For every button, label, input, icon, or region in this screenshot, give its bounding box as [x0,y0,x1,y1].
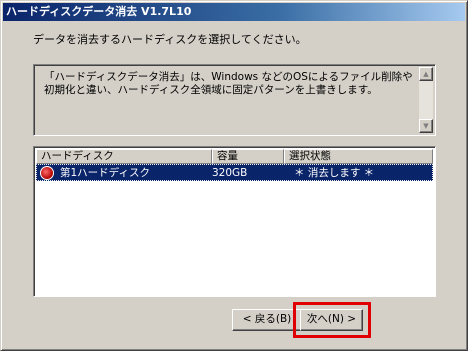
dialog-window: ハードディスクデータ消去 V1.7L10 データを消去するハードディスクを選択し… [0,0,468,351]
disk-name: 第1ハードディスク [60,167,150,179]
scroll-up-icon[interactable]: ▲ [419,67,433,81]
disk-size: 320GB [212,166,248,179]
description-scrollbar[interactable]: ▲ ▼ [419,67,433,133]
disk-icon [40,165,54,180]
list-header: ハードディスク 容量 選択状態 [36,149,433,164]
title-bar: ハードディスクデータ消去 V1.7L10 [3,3,465,21]
disk-state: ＊ 消去します ＊ [294,167,375,179]
highlight-box [293,302,371,338]
description-text: 「ハードディスクデータ消去」は、Windows などのOSによるファイル削除や初… [44,71,413,96]
column-header-disk[interactable]: ハードディスク [36,149,212,164]
instruction-text: データを消去するハードディスクを選択してください。 [33,33,307,46]
column-header-state[interactable]: 選択状態 [284,149,433,164]
disk-list[interactable]: ハードディスク 容量 選択状態 第1ハードディスク 320GB ＊ 消去します … [33,146,436,297]
back-button[interactable]: < 戻る(B) [232,309,302,331]
window-title: ハードディスクデータ消去 V1.7L10 [6,5,192,18]
column-header-size[interactable]: 容量 [212,149,284,164]
list-item-disk-1[interactable]: 第1ハードディスク 320GB ＊ 消去します ＊ [36,164,433,181]
description-box: 「ハードディスクデータ消去」は、Windows などのOSによるファイル削除や初… [33,64,436,136]
scroll-down-icon[interactable]: ▼ [419,119,433,133]
